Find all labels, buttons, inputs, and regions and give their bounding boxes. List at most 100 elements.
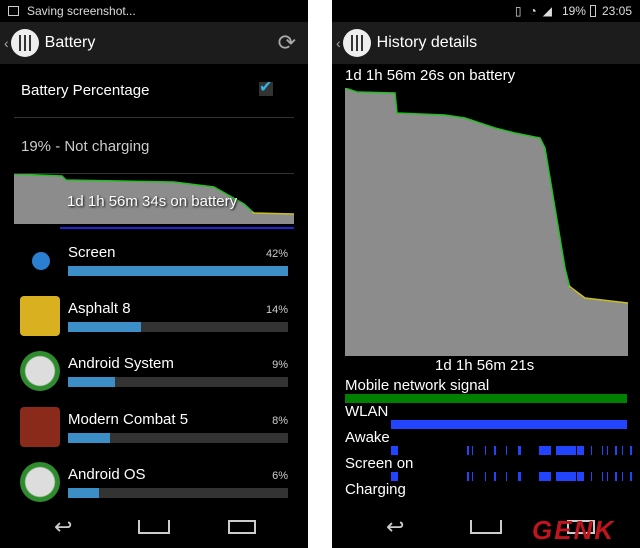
activity-segment — [591, 446, 592, 455]
activity-segment — [622, 472, 623, 481]
signal-icon: ◢ — [542, 4, 552, 18]
usage-bar-fill — [68, 432, 110, 443]
activity-segment — [539, 472, 551, 481]
item-name: Screen — [68, 244, 116, 261]
clock: 23:05 — [601, 4, 632, 18]
item-percent: 9% — [272, 359, 288, 371]
activity-segment — [630, 472, 632, 481]
item-name: Asphalt 8 — [68, 299, 131, 317]
activity-segment — [506, 472, 507, 481]
battery-usage-item[interactable]: Android OS 6% — [0, 454, 308, 510]
battery-level: 19% — [561, 4, 586, 18]
activity-segment — [494, 446, 496, 455]
item-percent: 42% — [265, 248, 288, 260]
activity-segment — [467, 446, 469, 455]
activity-segment — [518, 446, 521, 455]
activity-segment — [556, 472, 576, 481]
graph-label: 1d 1h 56m 34s on battery — [67, 193, 238, 210]
android-os-icon — [20, 462, 60, 502]
back-chevron-icon[interactable]: ‹ — [336, 35, 341, 51]
settings-app-icon[interactable] — [342, 29, 371, 57]
activity-segment — [518, 472, 521, 481]
activity-segment — [485, 472, 486, 481]
battery-percentage-checkbox[interactable]: ✔ — [259, 80, 273, 96]
history-graph-area — [345, 88, 628, 356]
awake-label: Awake — [345, 429, 390, 446]
usage-bar-fill — [68, 488, 100, 498]
recents-button-icon[interactable] — [228, 520, 256, 534]
activity-segment — [577, 446, 584, 455]
activity-segment — [607, 446, 608, 455]
history-details-screen: ▯ ◔ ◢ 19% 23:05 ‹ History details 1d 1h … — [332, 0, 640, 548]
graph-time: 1d 1h 56m 21s — [435, 357, 535, 374]
battery-usage-item[interactable]: Android System 9% — [0, 343, 308, 399]
refresh-icon[interactable]: ⟳ — [278, 30, 296, 56]
battery-usage-item[interactable]: Screen 42% — [0, 232, 308, 288]
battery-usage-item[interactable]: Asphalt 8 14% — [0, 288, 308, 344]
home-button-icon[interactable] — [138, 520, 170, 534]
item-name: Android System — [68, 355, 174, 372]
battery-icon — [589, 5, 596, 17]
status-text: Saving screenshot... — [27, 4, 136, 18]
battery-line-yellow — [251, 211, 294, 215]
asphalt-8-icon — [20, 295, 60, 336]
charging-label: Charging — [345, 481, 406, 498]
screen-on-bar — [332, 472, 640, 481]
item-percent: 8% — [272, 414, 288, 427]
activity-segment — [630, 446, 632, 455]
usage-bar — [68, 321, 288, 332]
usage-bar — [68, 488, 288, 498]
usage-bar — [68, 377, 288, 387]
charging-status: 19% - Not charging — [21, 138, 150, 155]
activity-segment — [494, 472, 496, 481]
settings-app-icon[interactable] — [10, 29, 39, 57]
action-bar: ‹ Battery ⟳ — [0, 22, 308, 64]
wlan-label: WLAN — [345, 403, 389, 420]
activity-segment — [467, 472, 469, 481]
awake-bar — [332, 446, 640, 455]
activity-segment — [485, 446, 486, 455]
item-name: Android OS — [68, 466, 146, 483]
usage-bar-fill — [68, 266, 288, 276]
vibrate-icon: ▯ — [514, 4, 522, 18]
activity-segment — [607, 472, 608, 481]
battery-percentage-label: Battery Percentage — [21, 82, 150, 99]
charging-line — [60, 227, 294, 229]
activity-segment — [556, 446, 576, 455]
item-percent: 6% — [272, 470, 288, 482]
mobile-signal-label: Mobile network signal — [345, 377, 490, 394]
activity-segment — [602, 472, 603, 481]
usage-bar-fill — [68, 377, 116, 387]
home-button-icon[interactable] — [470, 520, 502, 534]
wifi-icon: ◔ — [529, 4, 537, 18]
usage-bar — [68, 266, 288, 276]
back-button-icon[interactable]: ↩ — [54, 514, 72, 540]
item-percent: 14% — [265, 303, 288, 316]
activity-segment — [472, 446, 473, 455]
wlan-bar — [391, 420, 627, 429]
screen-icon — [20, 240, 60, 280]
back-button-icon[interactable]: ↩ — [386, 514, 404, 540]
screenshot-icon — [8, 6, 19, 16]
history-graph[interactable] — [345, 88, 628, 356]
activity-segment — [591, 472, 592, 481]
status-bar: ▯ ◔ ◢ 19% 23:05 — [332, 0, 640, 22]
on-battery-time: 1d 1h 56m 26s on battery — [345, 67, 516, 84]
activity-segment — [391, 446, 398, 455]
genk-watermark: GENK — [532, 515, 616, 545]
battery-usage-item[interactable]: Modern Combat 5 8% — [0, 399, 308, 455]
status-bar: Saving screenshot... — [0, 0, 308, 22]
screen-on-label: Screen on — [345, 455, 414, 472]
activity-segment — [472, 472, 473, 481]
battery-screen: Saving screenshot... ‹ Battery ⟳ Battery… — [0, 0, 308, 548]
activity-segment — [577, 472, 584, 481]
back-chevron-icon[interactable]: ‹ — [4, 35, 9, 51]
usage-bar — [68, 432, 288, 443]
item-name: Modern Combat 5 — [68, 410, 189, 428]
activity-segment — [615, 472, 617, 481]
page-title: History details — [376, 34, 478, 51]
activity-segment — [539, 446, 551, 455]
modern-combat-icon — [20, 406, 60, 447]
activity-segment — [615, 446, 617, 455]
activity-segment — [391, 472, 398, 481]
